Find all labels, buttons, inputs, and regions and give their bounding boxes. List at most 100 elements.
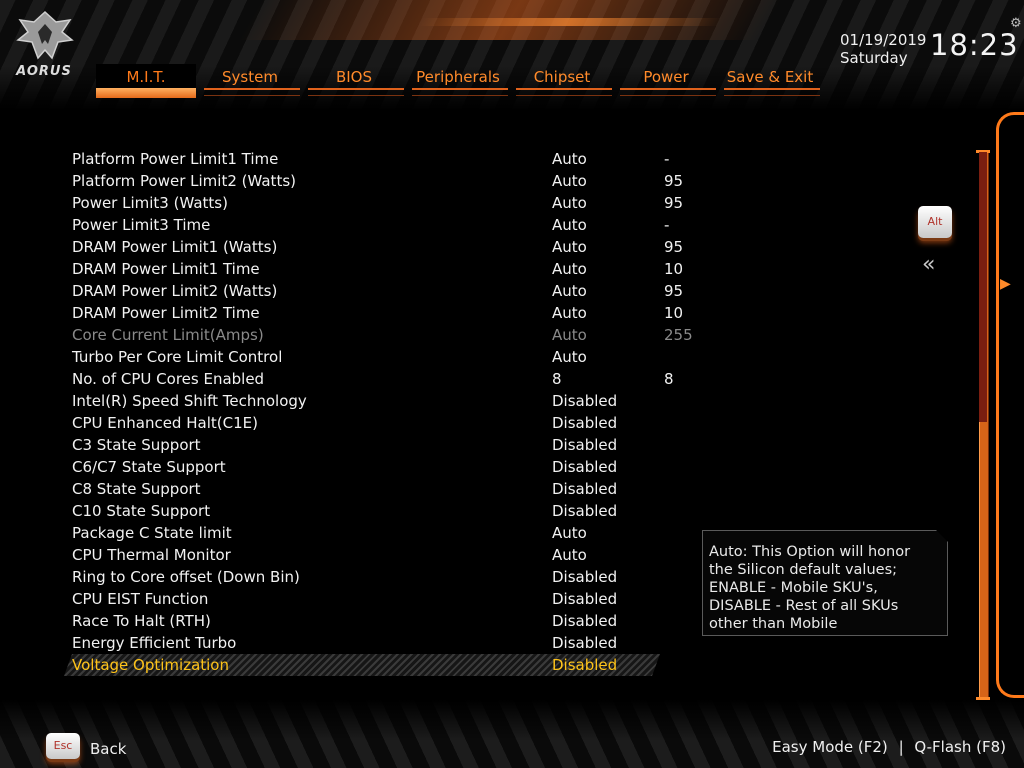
- tab-underline: [204, 88, 300, 96]
- setting-value: Auto: [552, 326, 587, 344]
- setting-label: DRAM Power Limit1 Time: [72, 260, 260, 278]
- setting-label: C8 State Support: [72, 480, 201, 498]
- setting-row[interactable]: Platform Power Limit2 (Watts) Auto 95: [72, 170, 683, 192]
- tab-peripherals[interactable]: Peripherals: [408, 64, 508, 98]
- setting-current: 95: [664, 194, 684, 212]
- setting-row[interactable]: Turbo Per Core Limit Control Auto: [72, 346, 672, 368]
- gear-icon[interactable]: ⚙: [1010, 16, 1024, 31]
- setting-label: C6/C7 State Support: [72, 458, 226, 476]
- tab-power[interactable]: Power: [616, 64, 716, 98]
- setting-label: DRAM Power Limit1 (Watts): [72, 238, 278, 256]
- setting-value: Auto: [552, 282, 587, 300]
- setting-label: CPU Enhanced Halt(C1E): [72, 414, 258, 432]
- setting-value: Auto: [552, 260, 587, 278]
- setting-label: Package C State limit: [72, 524, 232, 542]
- setting-row[interactable]: No. of CPU Cores Enabled 8 8: [72, 368, 674, 390]
- setting-value: Disabled: [552, 414, 618, 432]
- setting-label: C10 State Support: [72, 502, 211, 520]
- setting-row[interactable]: Intel(R) Speed Shift Technology Disabled: [72, 390, 672, 412]
- setting-row[interactable]: DRAM Power Limit1 Time Auto 10: [72, 258, 683, 280]
- easy-mode-button[interactable]: Easy Mode (F2): [772, 738, 888, 756]
- setting-value: Disabled: [552, 612, 618, 630]
- collapse-chevron-icon[interactable]: «: [922, 252, 936, 277]
- tab-underline: [620, 88, 716, 96]
- setting-label: Power Limit3 Time: [72, 216, 211, 234]
- setting-row[interactable]: C8 State Support Disabled: [72, 478, 672, 500]
- tab-label: BIOS: [335, 68, 373, 86]
- setting-value: Disabled: [552, 656, 618, 674]
- setting-row[interactable]: CPU Thermal Monitor Auto: [72, 544, 672, 566]
- setting-current: 10: [664, 304, 684, 322]
- setting-label: Voltage Optimization: [72, 656, 229, 674]
- setting-value: Disabled: [552, 436, 618, 454]
- setting-value: Disabled: [552, 458, 618, 476]
- tab-underline: [724, 88, 820, 96]
- setting-row[interactable]: Package C State limit Auto: [72, 522, 672, 544]
- setting-current: 95: [664, 282, 684, 300]
- brand-name: AORUS: [16, 64, 72, 79]
- tab-label: M.I.T.: [126, 68, 166, 86]
- help-line: the Silicon default values;: [709, 562, 898, 578]
- setting-label: DRAM Power Limit2 Time: [72, 304, 260, 322]
- tab-label: Peripherals: [416, 68, 500, 86]
- setting-label: Power Limit3 (Watts): [72, 194, 228, 212]
- setting-row[interactable]: CPU EIST Function Disabled: [72, 588, 672, 610]
- side-panel-tab[interactable]: [996, 112, 1024, 698]
- setting-label: No. of CPU Cores Enabled: [72, 370, 265, 388]
- setting-row-selected[interactable]: Voltage Optimization Disabled: [72, 654, 672, 676]
- setting-row[interactable]: DRAM Power Limit1 (Watts) Auto 95: [72, 236, 683, 258]
- setting-value: Disabled: [552, 568, 618, 586]
- setting-label: DRAM Power Limit2 (Watts): [72, 282, 278, 300]
- date-text: 01/19/2019: [840, 31, 927, 49]
- setting-value: Disabled: [552, 634, 618, 652]
- footer-shortcuts: Easy Mode (F2) | Q-Flash (F8): [772, 738, 1006, 756]
- setting-label: Ring to Core offset (Down Bin): [72, 568, 300, 586]
- setting-label: Platform Power Limit1 Time: [72, 150, 279, 168]
- setting-value: Disabled: [552, 480, 618, 498]
- back-button[interactable]: Back: [90, 740, 126, 758]
- tab-label: System: [222, 68, 278, 86]
- tab-system[interactable]: System: [200, 64, 300, 98]
- setting-row[interactable]: CPU Enhanced Halt(C1E) Disabled: [72, 412, 672, 434]
- tab-save-exit[interactable]: Save & Exit: [720, 64, 820, 98]
- setting-label: Intel(R) Speed Shift Technology: [72, 392, 307, 410]
- settings-list: Platform Power Limit1 Time Auto - Platform…: [72, 148, 693, 676]
- help-line: Auto: This Option will honor: [709, 544, 911, 560]
- tab-bios[interactable]: BIOS: [304, 64, 404, 98]
- setting-row[interactable]: DRAM Power Limit2 Time Auto 10: [72, 302, 683, 324]
- setting-label: Energy Efficient Turbo: [72, 634, 237, 652]
- help-line: other than Mobile: [709, 616, 838, 632]
- setting-row[interactable]: Power Limit3 (Watts) Auto 95: [72, 192, 683, 214]
- setting-row[interactable]: Race To Halt (RTH) Disabled: [72, 610, 672, 632]
- scrollbar-thumb[interactable]: [979, 152, 987, 422]
- setting-row[interactable]: Power Limit3 Time Auto -: [72, 214, 672, 236]
- setting-row[interactable]: Ring to Core offset (Down Bin) Disabled: [72, 566, 672, 588]
- setting-row[interactable]: C10 State Support Disabled: [72, 500, 672, 522]
- setting-row[interactable]: Platform Power Limit1 Time Auto -: [72, 148, 672, 170]
- help-line: DISABLE - Rest of all SKUs: [709, 598, 899, 614]
- setting-current: 95: [664, 172, 684, 190]
- setting-row-disabled: Core Current Limit(Amps) Auto 255: [72, 324, 693, 346]
- alt-key-button[interactable]: Alt: [918, 206, 952, 238]
- setting-value: Auto: [552, 348, 587, 366]
- tab-label: Chipset: [533, 68, 591, 86]
- tab-underline: [96, 88, 196, 98]
- setting-current: -: [664, 150, 670, 168]
- qflash-button[interactable]: Q-Flash (F8): [914, 738, 1006, 756]
- setting-row[interactable]: Energy Efficient Turbo Disabled: [72, 632, 672, 654]
- setting-value: 8: [552, 370, 562, 388]
- setting-row[interactable]: C3 State Support Disabled: [72, 434, 672, 456]
- tab-label: Power: [643, 68, 689, 86]
- expand-arrow-icon[interactable]: ▶: [1000, 276, 1011, 292]
- setting-row[interactable]: DRAM Power Limit2 (Watts) Auto 95: [72, 280, 683, 302]
- setting-label: CPU EIST Function: [72, 590, 209, 608]
- setting-row[interactable]: C6/C7 State Support Disabled: [72, 456, 672, 478]
- tab-chipset[interactable]: Chipset: [512, 64, 612, 98]
- setting-value: Disabled: [552, 590, 618, 608]
- setting-current: 95: [664, 238, 684, 256]
- date-display: 01/19/2019 Saturday: [840, 31, 926, 67]
- tab-mit[interactable]: M.I.T.: [96, 64, 196, 98]
- esc-key-button[interactable]: Esc: [46, 733, 80, 759]
- setting-value: Auto: [552, 172, 587, 190]
- setting-value: Disabled: [552, 502, 618, 520]
